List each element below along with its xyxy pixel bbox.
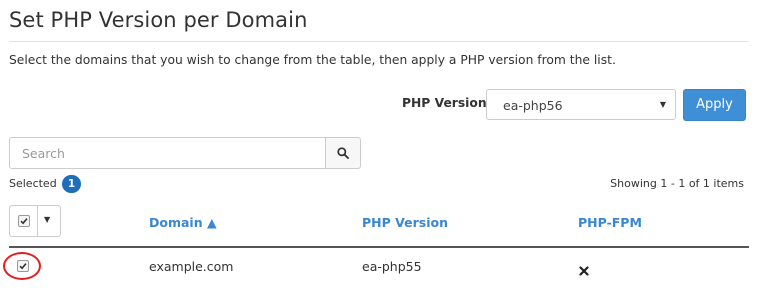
bulk-divider: [37, 206, 38, 236]
php-version-select[interactable]: ea-php56 ▼: [486, 89, 676, 120]
apply-button[interactable]: Apply: [683, 89, 746, 121]
column-header-php-fpm[interactable]: PHP-FPM: [578, 215, 642, 230]
pagination-summary: Showing 1 - 1 of 1 items: [610, 177, 744, 190]
pagination-prefix: Showing: [610, 177, 657, 190]
selected-count-badge: 1: [62, 175, 81, 193]
search-button[interactable]: [325, 137, 361, 169]
column-header-php-version[interactable]: PHP Version: [362, 215, 448, 230]
page-description: Select the domains that you wish to chan…: [9, 53, 616, 67]
page-title: Set PHP Version per Domain: [9, 8, 308, 32]
pagination-range: 1 - 1 of 1 items: [660, 177, 744, 190]
php-version-label: PHP Version: [402, 96, 487, 110]
search-icon: [337, 147, 349, 159]
search-input[interactable]: [9, 137, 326, 169]
php-version-select-value: ea-php56: [503, 98, 563, 113]
domain-cell: example.com: [149, 259, 234, 274]
column-header-domain[interactable]: Domain ▲: [149, 215, 217, 230]
annotation-highlight-circle: [3, 252, 41, 280]
table-header-divider: [9, 246, 749, 248]
select-all-checkbox[interactable]: [18, 215, 30, 227]
selected-label: Selected: [9, 177, 57, 190]
x-icon: [579, 261, 589, 280]
chevron-down-icon[interactable]: ▼: [44, 215, 50, 224]
title-divider: [9, 41, 749, 42]
checkmark-icon: [20, 218, 28, 225]
php-version-cell: ea-php55: [362, 259, 422, 274]
bulk-select-control[interactable]: ▼: [9, 205, 61, 237]
chevron-down-icon: ▼: [659, 100, 666, 109]
